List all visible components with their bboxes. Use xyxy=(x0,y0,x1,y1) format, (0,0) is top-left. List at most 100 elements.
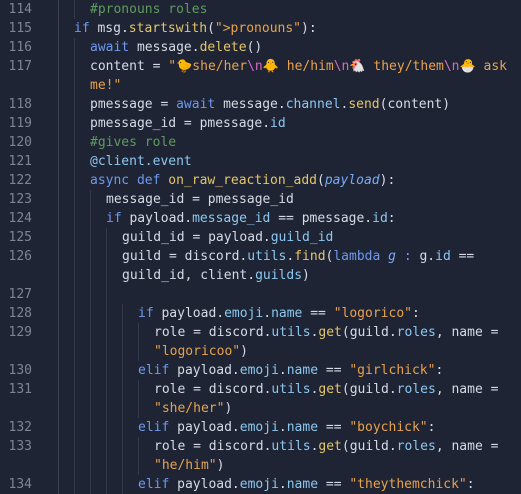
indent-guide xyxy=(122,418,123,437)
code-text: role = discord.utils.get(guild.roles, na… xyxy=(154,437,521,456)
code-text: if msg.startswith(">pronouns"): xyxy=(74,19,521,38)
code-token: on_raw_reaction_add xyxy=(168,173,317,188)
code-token: async xyxy=(90,173,137,188)
code-token: @client.event xyxy=(90,154,192,169)
code-token: emoji xyxy=(239,363,279,378)
code-text: guild = discord.utils.find(lambda g : g.… xyxy=(122,247,521,266)
code-line[interactable]: 119 pmessage_id = pmessage.id xyxy=(0,114,521,133)
code-line[interactable]: 114 #pronouns roles xyxy=(0,0,521,19)
indent-guide xyxy=(90,228,91,247)
indent-guide xyxy=(122,380,123,399)
code-line[interactable]: "she/her") xyxy=(0,399,521,418)
code-line[interactable]: 117 content = "🐤she/her\n🐥 he/him\n🐔 they… xyxy=(0,57,521,76)
code-text: content = "🐤she/her\n🐥 he/him\n🐔 they/th… xyxy=(90,57,521,76)
code-token: id xyxy=(372,211,388,226)
code-line[interactable]: 134 elif payload.emoji.name == "theythemc… xyxy=(0,475,521,494)
code-line[interactable]: 130 elif payload.emoji.name == "girlchick… xyxy=(0,361,521,380)
indent-guide xyxy=(90,399,91,418)
code-line[interactable]: 115 if msg.startswith(">pronouns"): xyxy=(0,19,521,38)
code-token: discord. xyxy=(208,439,272,454)
line-number: 129 xyxy=(8,325,32,340)
code-token: , name xyxy=(435,382,491,397)
code-line[interactable]: 126 guild = discord.utils.find(lambda g :… xyxy=(0,247,521,266)
indent-guide xyxy=(74,247,75,266)
indent-guide xyxy=(106,266,107,285)
indent-guide xyxy=(122,361,123,380)
code-line[interactable]: 125 guild_id = payload.guild_id xyxy=(0,228,521,247)
code-text: @client.event xyxy=(90,152,521,171)
code-line[interactable]: 120 #gives role xyxy=(0,133,521,152)
code-token: payload xyxy=(324,173,380,188)
indent-guide xyxy=(74,380,75,399)
code-token: (guild. xyxy=(341,382,397,397)
code-line[interactable]: 124 if payload.message_id == pmessage.id: xyxy=(0,209,521,228)
code-token: = xyxy=(490,439,499,454)
line-number: 130 xyxy=(8,363,32,378)
code-line[interactable]: 133 role = discord.utils.get(guild.roles,… xyxy=(0,437,521,456)
code-token: . xyxy=(278,363,287,378)
code-token: "girlchick" xyxy=(349,363,436,378)
code-token: "theythemchick" xyxy=(349,477,467,492)
code-line[interactable]: 123 message_id = pmessage_id xyxy=(0,190,521,209)
code-token: : xyxy=(427,420,436,435)
indent-guide xyxy=(74,285,75,304)
code-line[interactable]: 127 xyxy=(0,285,521,304)
indent-guide xyxy=(74,342,75,361)
indent-guide xyxy=(74,57,75,76)
code-line[interactable]: 118 pmessage = await message.channel.send… xyxy=(0,95,521,114)
code-editor[interactable]: 114 #pronouns roles 115 if msg.startswith("… xyxy=(0,0,521,494)
line-number: 121 xyxy=(8,154,32,169)
code-line[interactable]: 116 await message.delete() xyxy=(0,38,521,57)
line-number: 120 xyxy=(8,135,32,150)
code-token: == xyxy=(325,363,350,378)
indent-guide xyxy=(106,304,107,323)
code-line[interactable]: "he/him") xyxy=(0,456,521,475)
line-number: 115 xyxy=(8,21,32,36)
indent-guide xyxy=(90,456,91,475)
line-number: 132 xyxy=(8,420,32,435)
indent-guide xyxy=(74,228,75,247)
indent-guide xyxy=(74,76,75,95)
code-token: roles xyxy=(396,439,436,454)
code-token: , name xyxy=(435,325,491,340)
code-token: payload. xyxy=(177,363,240,378)
code-line[interactable]: 128 if payload.emoji.name == "logorico": xyxy=(0,304,521,323)
indent-guide xyxy=(90,285,91,304)
code-token: await xyxy=(176,97,224,112)
code-line[interactable]: guild_id, client.guilds) xyxy=(0,266,521,285)
code-token: discord. xyxy=(208,382,272,397)
code-token: content xyxy=(90,59,153,74)
code-line[interactable]: 129 role = discord.utils.get(guild.roles,… xyxy=(0,323,521,342)
code-token: message. xyxy=(136,40,200,55)
code-token: (guild. xyxy=(341,325,397,340)
code-token: get xyxy=(318,439,342,454)
indent-guide xyxy=(122,399,123,418)
code-token: utils xyxy=(271,382,311,397)
code-token: = xyxy=(193,325,209,340)
indent-guide xyxy=(90,437,91,456)
code-token: (guild. xyxy=(341,439,397,454)
code-line[interactable]: me!" xyxy=(0,76,521,95)
code-line[interactable]: 132 elif payload.emoji.name == "boychick"… xyxy=(0,418,521,437)
code-line[interactable]: 131 role = discord.utils.get(guild.roles,… xyxy=(0,380,521,399)
line-number: 125 xyxy=(8,230,32,245)
indent-guide xyxy=(74,418,75,437)
code-token: guild_id xyxy=(122,230,193,245)
code-token: payload. xyxy=(177,477,240,492)
code-token: = xyxy=(160,97,177,112)
code-line[interactable]: "logoricoo") xyxy=(0,342,521,361)
line-number: 116 xyxy=(8,40,32,55)
code-line[interactable]: 122 async def on_raw_reaction_add(payload… xyxy=(0,171,521,190)
indent-guide xyxy=(106,380,107,399)
code-text: me!" xyxy=(90,76,521,95)
indent-guide xyxy=(106,342,107,361)
code-text: guild_id = payload.guild_id xyxy=(122,228,521,247)
indent-guide xyxy=(138,342,139,361)
code-line[interactable]: 121 @client.event xyxy=(0,152,521,171)
code-token: elif xyxy=(138,363,178,378)
indent-guide xyxy=(90,323,91,342)
indent-guide xyxy=(138,437,139,456)
code-text: "he/him") xyxy=(154,456,521,475)
code-token: send xyxy=(348,97,380,112)
code-token: ) xyxy=(302,268,310,283)
